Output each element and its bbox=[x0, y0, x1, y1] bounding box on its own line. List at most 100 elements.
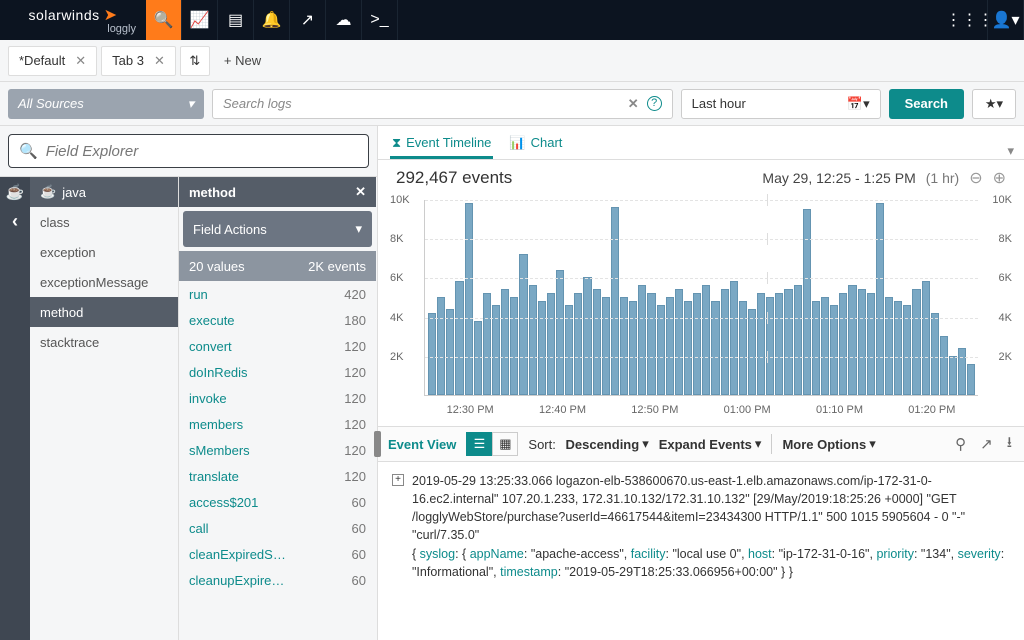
resize-handle[interactable] bbox=[374, 431, 381, 457]
zoom-out-icon[interactable]: ⊖ bbox=[969, 168, 982, 188]
chart-bar[interactable] bbox=[867, 293, 875, 395]
zoom-in-icon[interactable]: ⊕ bbox=[993, 168, 1006, 188]
value-row[interactable]: members120 bbox=[179, 411, 376, 437]
value-row[interactable]: execute180 bbox=[179, 307, 376, 333]
chart-bar[interactable] bbox=[940, 336, 948, 395]
search-input[interactable]: Search logs ✕ ? bbox=[212, 89, 673, 119]
chart-bar[interactable] bbox=[912, 289, 920, 395]
chart-bar[interactable] bbox=[894, 301, 902, 395]
chart-bar[interactable] bbox=[931, 313, 939, 395]
chart-bar[interactable] bbox=[556, 270, 564, 395]
value-row[interactable]: convert120 bbox=[179, 333, 376, 359]
chart-bar[interactable] bbox=[858, 289, 866, 395]
sources-dropdown[interactable]: All Sources ▾ bbox=[8, 89, 204, 119]
field-actions-dropdown[interactable]: Field Actions ▾ bbox=[183, 211, 372, 247]
chart-bar[interactable] bbox=[876, 203, 884, 395]
tab-tab3[interactable]: Tab 3 ✕ bbox=[101, 46, 176, 76]
back-icon[interactable]: ‹ bbox=[12, 211, 18, 232]
download-icon[interactable]: ⭳ bbox=[1005, 432, 1014, 457]
field-explorer-input[interactable]: 🔍 Field Explorer bbox=[8, 134, 369, 168]
chart-bar[interactable] bbox=[693, 293, 701, 395]
value-row[interactable]: invoke120 bbox=[179, 385, 376, 411]
value-row[interactable]: run420 bbox=[179, 281, 376, 307]
chart-bar[interactable] bbox=[922, 281, 930, 395]
nav-search-icon[interactable]: 🔍 bbox=[146, 0, 182, 40]
chart-bar[interactable] bbox=[501, 289, 509, 395]
value-row[interactable]: cleanupExpire…60 bbox=[179, 567, 376, 593]
chart-bar[interactable] bbox=[821, 297, 829, 395]
log-text[interactable]: 2019-05-29 13:25:33.066 logazon-elb-5386… bbox=[412, 472, 1010, 581]
chart-bar[interactable] bbox=[730, 281, 738, 395]
close-icon[interactable]: ✕ bbox=[75, 53, 86, 69]
chart-bar[interactable] bbox=[967, 364, 975, 395]
search-button[interactable]: Search bbox=[889, 89, 964, 119]
chart-bar[interactable] bbox=[812, 301, 820, 395]
nav-chart-icon[interactable]: 📈 bbox=[182, 0, 218, 40]
collapse-icon[interactable]: ▾ bbox=[1007, 143, 1014, 159]
chart-bar[interactable] bbox=[529, 285, 537, 395]
chart-bar[interactable] bbox=[574, 293, 582, 395]
timeline-chart[interactable]: 10K10K8K8K6K6K4K4K2K2K 12:30 PM12:40 PM1… bbox=[378, 196, 1024, 426]
nav-alerts-icon[interactable]: 🔔 bbox=[254, 0, 290, 40]
chart-bar[interactable] bbox=[885, 297, 893, 395]
category-item-exception[interactable]: exception bbox=[30, 237, 178, 267]
category-item-method[interactable]: method bbox=[30, 297, 178, 327]
share-icon[interactable]: ↗ bbox=[978, 435, 995, 453]
grid-view-icon[interactable]: ▦ bbox=[492, 432, 518, 456]
chart-bar[interactable] bbox=[483, 293, 491, 395]
chart-bar[interactable] bbox=[803, 209, 811, 395]
chart-bar[interactable] bbox=[839, 293, 847, 395]
chart-bar[interactable] bbox=[702, 285, 710, 395]
surrounding-icon[interactable]: ⚲ bbox=[953, 435, 968, 453]
tab-overflow-button[interactable]: ⇅ bbox=[180, 46, 210, 76]
sort-dropdown[interactable]: Sort: Descending▾ bbox=[528, 436, 648, 452]
chart-bar[interactable] bbox=[784, 289, 792, 395]
nav-user-icon[interactable]: 👤▾ bbox=[988, 0, 1024, 40]
chart-bar[interactable] bbox=[794, 285, 802, 395]
nav-dashboard-icon[interactable]: ▤ bbox=[218, 0, 254, 40]
close-icon[interactable]: ✕ bbox=[355, 184, 366, 200]
nav-cloud-icon[interactable]: ☁ bbox=[326, 0, 362, 40]
favorites-button[interactable]: ★▾ bbox=[972, 89, 1016, 119]
chart-bar[interactable] bbox=[638, 285, 646, 395]
tab-chart[interactable]: 📊 Chart bbox=[507, 129, 564, 159]
list-view-icon[interactable]: ☰ bbox=[466, 432, 492, 456]
y-tick: 10K bbox=[992, 194, 1012, 206]
chart-bar[interactable] bbox=[547, 293, 555, 395]
chart-bar[interactable] bbox=[721, 289, 729, 395]
nav-terminal-icon[interactable]: >_ bbox=[362, 0, 398, 40]
category-item-exceptionMessage[interactable]: exceptionMessage bbox=[30, 267, 178, 297]
chart-bar[interactable] bbox=[775, 293, 783, 395]
clear-icon[interactable]: ✕ bbox=[628, 96, 639, 112]
tab-event-timeline[interactable]: ⧗ Event Timeline bbox=[390, 129, 493, 159]
expand-events-dropdown[interactable]: Expand Events▾ bbox=[659, 436, 762, 452]
expand-icon[interactable]: + bbox=[392, 474, 404, 486]
chart-bar[interactable] bbox=[757, 293, 765, 395]
chart-bar[interactable] bbox=[465, 203, 473, 395]
chart-bar[interactable] bbox=[675, 289, 683, 395]
value-row[interactable]: translate120 bbox=[179, 463, 376, 489]
coffee-icon[interactable]: ☕ bbox=[6, 183, 25, 201]
value-row[interactable]: sMembers120 bbox=[179, 437, 376, 463]
help-icon[interactable]: ? bbox=[647, 96, 662, 111]
new-tab-button[interactable]: + New bbox=[214, 46, 271, 76]
chart-bar[interactable] bbox=[949, 356, 957, 395]
nav-pipeline-icon[interactable]: ↗ bbox=[290, 0, 326, 40]
nav-apps-icon[interactable]: ⋮⋮⋮ bbox=[952, 0, 988, 40]
chart-bar[interactable] bbox=[593, 289, 601, 395]
value-row[interactable]: cleanExpiredS…60 bbox=[179, 541, 376, 567]
value-row[interactable]: call60 bbox=[179, 515, 376, 541]
chart-bar[interactable] bbox=[583, 277, 591, 395]
category-item-stacktrace[interactable]: stacktrace bbox=[30, 327, 178, 357]
chart-bar[interactable] bbox=[958, 348, 966, 395]
tab-default[interactable]: *Default ✕ bbox=[8, 46, 97, 76]
close-icon[interactable]: ✕ bbox=[154, 53, 165, 69]
chart-bar[interactable] bbox=[647, 293, 655, 395]
value-row[interactable]: access$20160 bbox=[179, 489, 376, 515]
value-row[interactable]: doInRedis120 bbox=[179, 359, 376, 385]
chart-bar[interactable] bbox=[455, 281, 463, 395]
category-item-class[interactable]: class bbox=[30, 207, 178, 237]
time-range-dropdown[interactable]: Last hour 📅▾ bbox=[681, 89, 881, 119]
more-options-dropdown[interactable]: More Options▾ bbox=[782, 436, 875, 452]
chart-bar[interactable] bbox=[848, 285, 856, 395]
